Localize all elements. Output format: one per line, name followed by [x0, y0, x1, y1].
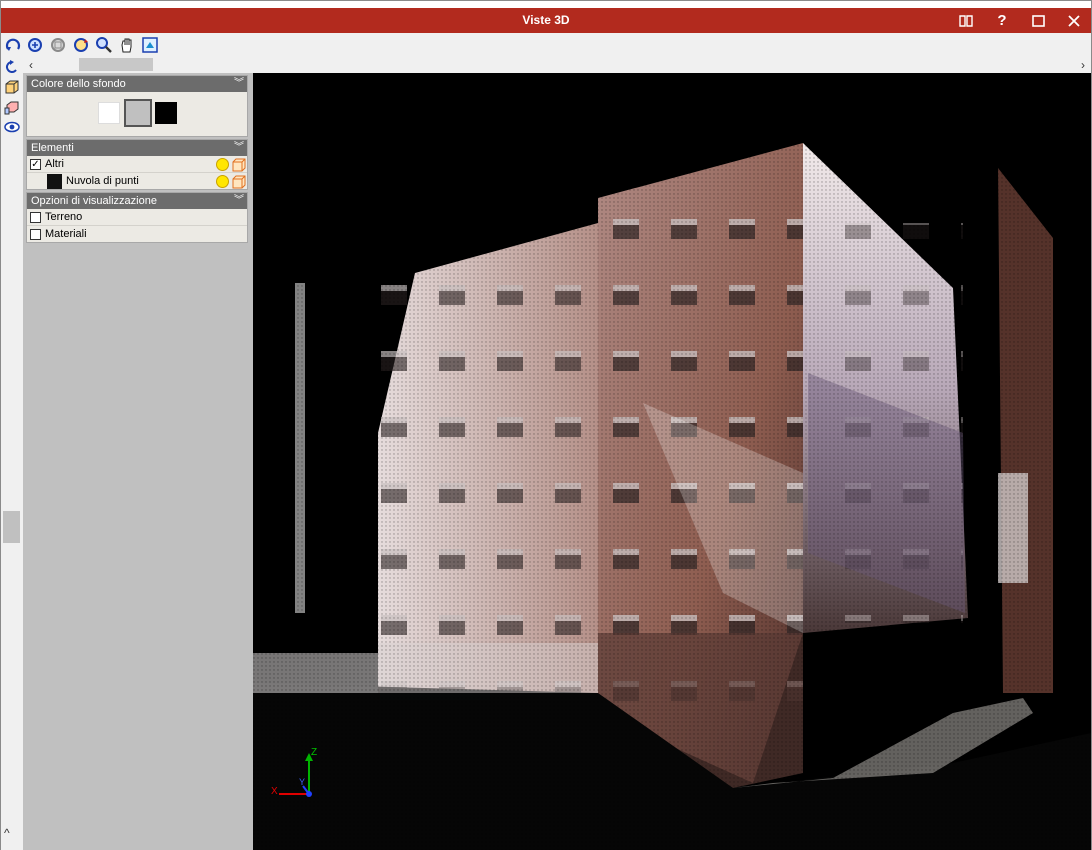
help-button[interactable]: ? — [985, 8, 1019, 33]
display-options-header[interactable]: Opzioni di visualizzazione ︾ — [27, 193, 247, 209]
terreno-label: Terreno — [45, 211, 83, 223]
visibility-button[interactable] — [3, 118, 21, 136]
zoom-window-button[interactable] — [48, 36, 68, 54]
pan-button[interactable] — [117, 36, 137, 54]
elements-section: Elementi ︾ ✓ Altri Nuvola di punti — [26, 139, 248, 190]
collapse-chevron-icon[interactable]: ︾ — [234, 140, 244, 156]
z-axis-label: Z — [311, 747, 317, 758]
point-cloud-color-swatch[interactable] — [47, 174, 62, 189]
element-row-altri[interactable]: ✓ Altri — [27, 156, 247, 173]
terreno-checkbox[interactable] — [30, 212, 41, 223]
background-swatches — [27, 92, 247, 135]
undo-icon — [6, 60, 17, 73]
book-icon — [959, 14, 973, 27]
display-options-section: Opzioni di visualizzazione ︾ Terreno Mat… — [26, 192, 248, 243]
help-icon: ? — [997, 12, 1007, 29]
vertical-scroll-thumb[interactable] — [3, 511, 20, 543]
scroll-left-icon[interactable]: ‹ — [23, 56, 39, 73]
altri-checkbox[interactable]: ✓ — [30, 159, 41, 170]
maximize-button[interactable] — [1021, 8, 1055, 33]
point-cloud-render: Z X Y — [253, 73, 1091, 850]
zoom-extents-icon — [28, 38, 42, 52]
zoom-icon — [96, 37, 112, 53]
cube-view-icon — [5, 80, 19, 94]
element-row-nuvola-di-punti[interactable]: Nuvola di punti — [27, 173, 247, 190]
point-cloud-texture — [253, 73, 1091, 850]
material-cube-icon[interactable] — [232, 158, 246, 172]
book-button[interactable] — [949, 8, 983, 33]
material-cube-icon[interactable] — [232, 175, 246, 189]
display-row-materiali[interactable]: Materiali — [27, 226, 247, 243]
horizontal-scrollbar[interactable]: ‹ › — [23, 56, 1091, 73]
view-options-icon — [142, 37, 158, 53]
light-bulb-icon[interactable] — [216, 175, 229, 188]
background-color-header[interactable]: Colore dello sfondo ︾ — [27, 76, 247, 92]
axis-origin — [306, 791, 312, 797]
altri-label: Altri — [45, 158, 64, 170]
swatch-gray[interactable] — [124, 99, 152, 127]
elements-header[interactable]: Elementi ︾ — [27, 140, 247, 156]
elements-title: Elementi — [31, 142, 74, 154]
display-options-title: Opzioni di visualizzazione — [31, 195, 157, 207]
materiali-checkbox[interactable] — [30, 229, 41, 240]
view-toolbar — [1, 34, 1091, 56]
window-top-edge — [1, 1, 1091, 8]
y-axis-label: Y — [299, 777, 305, 787]
close-button[interactable] — [1057, 8, 1091, 33]
x-axis-label: X — [271, 786, 278, 797]
zoom-window-icon — [51, 38, 65, 52]
view-options-button[interactable] — [140, 36, 160, 54]
scroll-up-icon[interactable]: ^ — [4, 826, 10, 840]
orbit-icon — [5, 38, 21, 51]
scroll-right-icon[interactable]: › — [1075, 56, 1091, 73]
orbit-button[interactable] — [3, 36, 23, 54]
background-color-title: Colore dello sfondo — [31, 78, 126, 90]
undo-button[interactable] — [3, 58, 21, 76]
close-icon — [1068, 14, 1080, 27]
3d-viewport[interactable]: Z X Y — [253, 73, 1091, 850]
title-bar[interactable]: Viste 3D ? — [1, 8, 1091, 33]
collapse-chevron-icon[interactable]: ︾ — [234, 76, 244, 92]
rotate-view-button[interactable] — [71, 36, 91, 54]
display-row-terreno[interactable]: Terreno — [27, 209, 247, 226]
collapse-chevron-icon[interactable]: ︾ — [234, 193, 244, 209]
maximize-icon — [1031, 14, 1045, 27]
zoom-extents-button[interactable] — [25, 36, 45, 54]
left-tool-strip: ^ — [1, 56, 23, 850]
rotate-view-icon — [74, 38, 88, 52]
swatch-white[interactable] — [98, 102, 120, 124]
window-title: Viste 3D — [522, 13, 570, 27]
swatch-black[interactable] — [155, 102, 177, 124]
cube-layers-icon — [4, 101, 19, 115]
nuvola-di-punti-label: Nuvola di punti — [66, 175, 139, 187]
zoom-button[interactable] — [94, 36, 114, 54]
eye-icon — [4, 121, 20, 133]
pan-hand-icon — [121, 38, 132, 53]
viste-3d-window: Viste 3D ? ^ ‹ › Colore dello sfondo ︾ E… — [0, 0, 1092, 850]
cube-view-button[interactable] — [3, 78, 21, 96]
horizontal-scroll-thumb[interactable] — [79, 58, 153, 71]
options-panel: Colore dello sfondo ︾ Elementi ︾ ✓ Altri — [23, 73, 253, 850]
background-color-section: Colore dello sfondo ︾ — [26, 75, 248, 137]
cube-layers-button[interactable] — [3, 98, 21, 116]
materiali-label: Materiali — [45, 228, 87, 240]
light-bulb-icon[interactable] — [216, 158, 229, 171]
